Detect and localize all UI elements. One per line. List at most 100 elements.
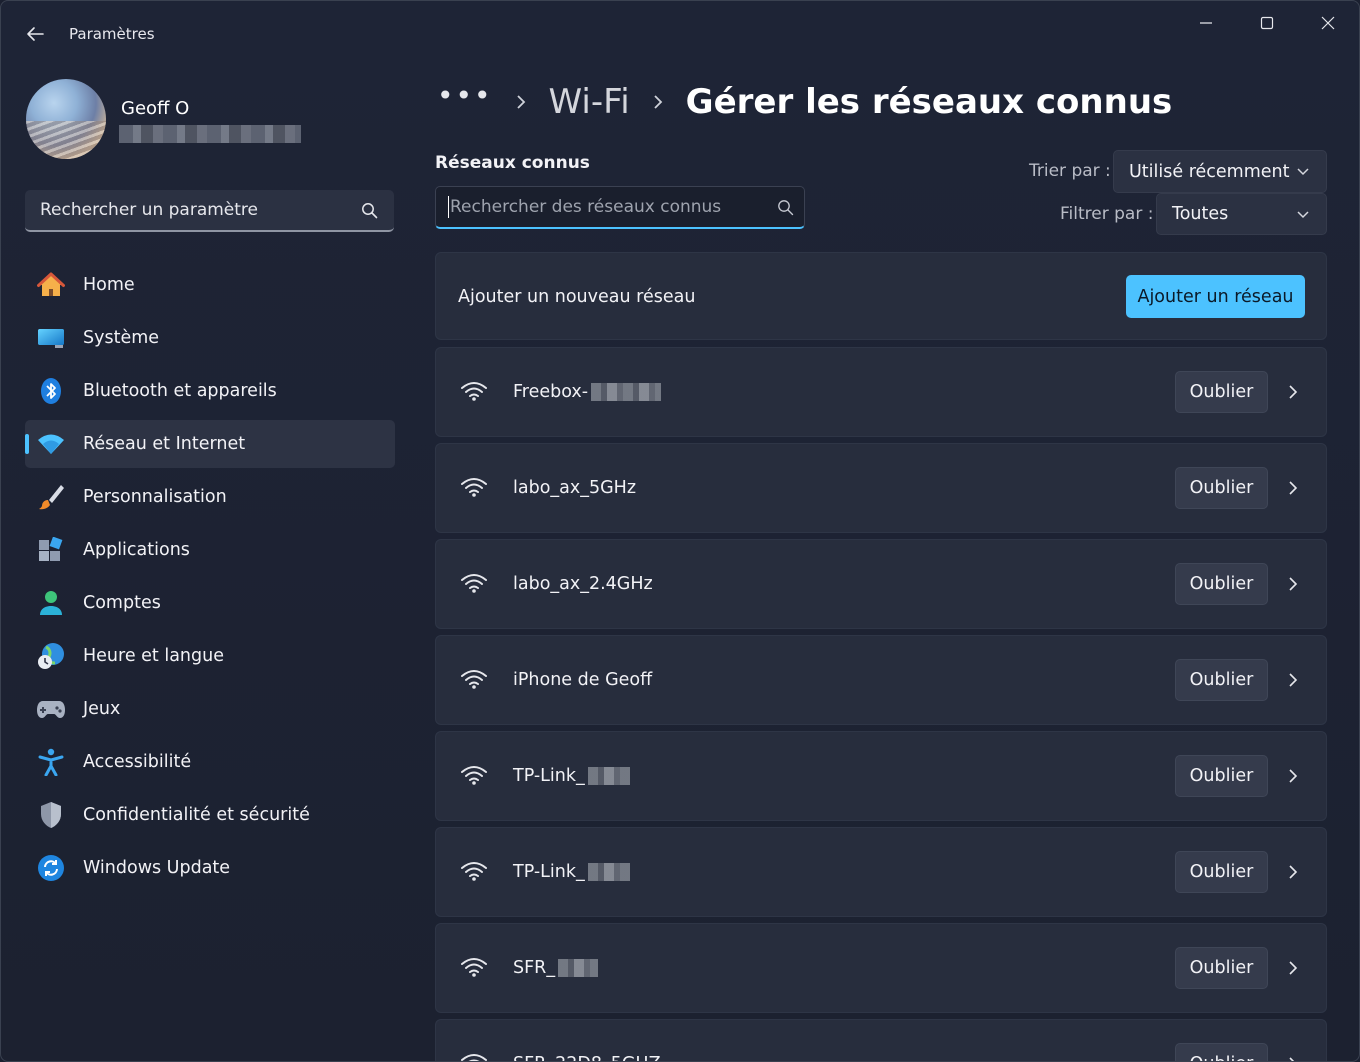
forget-button[interactable]: Oublier [1175, 371, 1268, 413]
breadcrumb: ••• Wi-Fi Gérer les réseaux connus [437, 79, 1172, 125]
network-row[interactable]: iPhone de Geoff Oublier [435, 635, 1327, 725]
wifi-signal-icon [461, 670, 487, 689]
network-name: labo_ax_5GHz [513, 478, 636, 498]
sidebar-item-label: Réseau et Internet [83, 434, 246, 454]
sidebar-item-label: Comptes [83, 593, 161, 613]
forget-button[interactable]: Oublier [1175, 1043, 1268, 1061]
wifi-signal-icon [461, 574, 487, 593]
sidebar-item-label: Heure et langue [83, 646, 224, 666]
network-name-text: Freebox- [513, 382, 589, 402]
breadcrumb-more-button[interactable]: ••• [437, 79, 493, 112]
forget-button[interactable]: Oublier [1175, 947, 1268, 989]
chevron-right-icon [1289, 1057, 1295, 1061]
chevron-right-icon [1289, 385, 1298, 399]
sidebar-item-label: Accessibilité [83, 752, 192, 772]
sidebar-item-accounts[interactable]: Comptes [25, 579, 395, 627]
sidebar-item-personalization[interactable]: Personnalisation [25, 473, 395, 521]
sidebar-item-network[interactable]: Réseau et Internet [25, 420, 395, 468]
chevron-down-icon [1297, 168, 1309, 176]
globe-clock-icon [37, 643, 65, 669]
settings-window: Paramètres Geoff O Rechercher un paramèt… [0, 0, 1360, 1062]
chevron-right-icon [1289, 769, 1298, 783]
network-name-text: TP-Link_ [513, 766, 585, 786]
accessibility-icon [37, 748, 65, 776]
known-networks-search-placeholder: Rechercher des réseaux connus [450, 197, 722, 217]
sidebar-item-privacy-security[interactable]: Confidentialité et sécurité [25, 791, 395, 839]
sort-label: Trier par : [1029, 161, 1111, 181]
chevron-down-icon [1297, 211, 1309, 219]
sidebar-item-accessibility[interactable]: Accessibilité [25, 738, 395, 786]
network-name: Freebox- [513, 382, 662, 402]
network-row[interactable]: TP-Link_ Oublier [435, 731, 1327, 821]
sidebar-item-system[interactable]: Système [25, 314, 395, 362]
forget-button[interactable]: Oublier [1175, 467, 1268, 509]
bluetooth-icon [37, 378, 65, 404]
account-icon [37, 590, 65, 616]
sidebar-item-label: Personnalisation [83, 487, 227, 507]
sort-dropdown[interactable]: Utilisé récemment [1113, 150, 1327, 193]
update-icon [37, 855, 65, 881]
chevron-right-icon [516, 95, 525, 109]
network-row[interactable]: SFR_22D8_5GHZ Oublier [435, 1019, 1327, 1061]
filter-dropdown[interactable]: Toutes [1156, 193, 1327, 235]
sidebar-nav: Home Système Bluetooth et appareils Rése… [25, 261, 395, 897]
sidebar-item-label: Applications [83, 540, 190, 560]
forget-button[interactable]: Oublier [1175, 659, 1268, 701]
network-row[interactable]: TP-Link_ Oublier [435, 827, 1327, 917]
maximize-icon [1260, 16, 1274, 30]
wifi-signal-icon [461, 478, 487, 497]
chevron-right-icon [1289, 577, 1298, 591]
brush-icon [37, 484, 65, 510]
sidebar-item-label: Confidentialité et sécurité [83, 805, 310, 825]
sidebar-item-windows-update[interactable]: Windows Update [25, 844, 395, 892]
network-row[interactable]: Freebox- Oublier [435, 347, 1327, 437]
sidebar-item-gaming[interactable]: Jeux [25, 685, 395, 733]
filter-label: Filtrer par : [1060, 204, 1154, 224]
wifi-signal-icon [461, 958, 487, 977]
network-name: SFR_ [513, 958, 599, 978]
search-icon [778, 200, 794, 216]
filter-value: Toutes [1172, 204, 1229, 224]
network-name-text: labo_ax_2.4GHz [513, 574, 653, 594]
add-network-button[interactable]: Ajouter un réseau [1126, 275, 1305, 318]
add-network-label: Ajouter un nouveau réseau [458, 287, 696, 307]
back-arrow-icon [27, 27, 44, 41]
sidebar-item-apps[interactable]: Applications [25, 526, 395, 574]
sidebar-item-time-language[interactable]: Heure et langue [25, 632, 395, 680]
maximize-button[interactable] [1244, 7, 1290, 39]
forget-button[interactable]: Oublier [1175, 755, 1268, 797]
sidebar-item-label: Système [83, 328, 160, 348]
shield-icon [37, 802, 65, 828]
forget-button[interactable]: Oublier [1175, 851, 1268, 893]
avatar[interactable] [26, 79, 106, 159]
network-row[interactable]: labo_ax_2.4GHz Oublier [435, 539, 1327, 629]
sidebar-item-label: Home [83, 275, 135, 295]
sidebar-item-home[interactable]: Home [25, 261, 395, 309]
network-row[interactable]: labo_ax_5GHz Oublier [435, 443, 1327, 533]
chevron-right-icon [1289, 481, 1298, 495]
forget-button[interactable]: Oublier [1175, 563, 1268, 605]
wifi-signal-icon [461, 382, 487, 401]
apps-icon [37, 537, 65, 563]
add-network-card: Ajouter un nouveau réseau Ajouter un rés… [435, 252, 1327, 340]
sidebar-item-label: Bluetooth et appareils [83, 381, 277, 401]
chevron-right-icon [1289, 673, 1298, 687]
title-bar: Paramètres [1, 1, 1359, 65]
breadcrumb-wifi-link[interactable]: Wi-Fi [549, 82, 630, 122]
back-button[interactable] [19, 19, 51, 49]
network-name-redacted [558, 959, 599, 977]
network-name-redacted [591, 383, 662, 401]
minimize-button[interactable] [1183, 7, 1229, 39]
wifi-signal-icon [461, 1054, 487, 1061]
sidebar-item-bluetooth[interactable]: Bluetooth et appareils [25, 367, 395, 415]
network-name: iPhone de Geoff [513, 670, 652, 690]
sidebar-item-label: Windows Update [83, 858, 231, 878]
section-title: Réseaux connus [435, 153, 590, 173]
known-networks-search-input[interactable]: Rechercher des réseaux connus [435, 186, 805, 229]
profile-name: Geoff O [121, 98, 190, 119]
network-row[interactable]: SFR_ Oublier [435, 923, 1327, 1013]
settings-search-input[interactable]: Rechercher un paramètre [25, 190, 394, 232]
wifi-signal-icon [461, 766, 487, 785]
search-icon [362, 203, 378, 219]
close-button[interactable] [1305, 7, 1351, 39]
